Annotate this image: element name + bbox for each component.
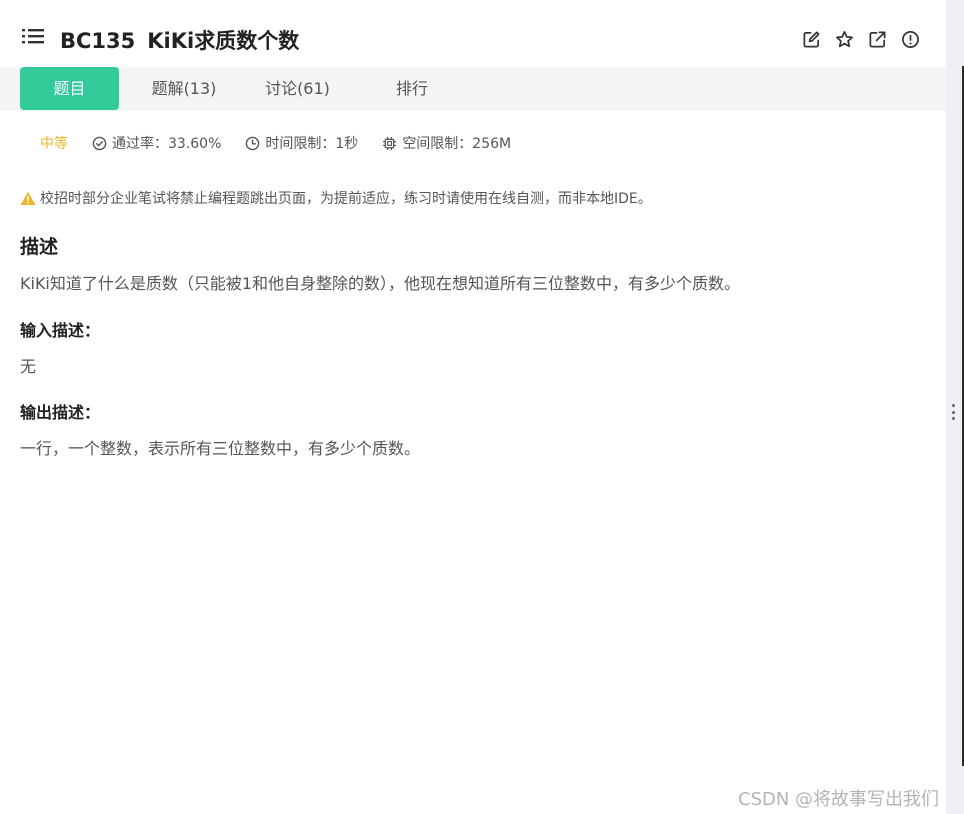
warning-icon <box>20 191 36 205</box>
problem-panel: BC135 KiKi求质数个数 题目 题解(13) 讨论(61) 排行 中等 通… <box>0 0 946 814</box>
input-description-text: 无 <box>20 357 37 376</box>
tab-solutions[interactable]: 题解(13) <box>140 67 228 110</box>
tab-problem[interactable]: 题目 <box>20 67 119 110</box>
edit-icon[interactable] <box>802 30 821 49</box>
tab-discussion[interactable]: 讨论(61) <box>255 67 340 110</box>
memory-limit-text: 空间限制：256M <box>402 136 512 152</box>
clock-icon <box>246 136 260 150</box>
input-description-heading: 输入描述： <box>20 321 101 340</box>
difficulty-badge: 中等 <box>40 136 68 152</box>
drag-handle-icon[interactable] <box>948 398 958 426</box>
chip-icon <box>383 136 397 150</box>
problem-title: KiKi求质数个数 <box>147 29 300 53</box>
problem-meta: 中等 通过率：33.60% 时间限制：1秒 空间限制：256M <box>40 133 535 153</box>
tab-ranking[interactable]: 排行 <box>372 67 452 110</box>
check-circle-icon <box>92 136 107 150</box>
exam-notice: 校招时部分企业笔试将禁止编程题跳出页面，为提前适应，练习时请使用在线自测，而非本… <box>20 188 652 208</box>
external-link-icon[interactable] <box>868 30 887 49</box>
watermark: CSDN @将故事写出我们 <box>738 789 940 810</box>
problem-code: BC135 <box>60 29 136 53</box>
problem-tabs: 题目 题解(13) 讨论(61) 排行 <box>0 67 946 111</box>
description-heading: 描述 <box>20 236 59 258</box>
alert-circle-icon[interactable] <box>901 30 920 49</box>
output-description-text: 一行，一个整数，表示所有三位整数中，有多少个质数。 <box>20 439 421 458</box>
pass-rate: 通过率：33.60% <box>92 133 221 153</box>
star-icon[interactable] <box>835 30 854 49</box>
header-actions <box>802 30 920 49</box>
pass-rate-text: 通过率：33.60% <box>112 136 222 152</box>
memory-limit: 空间限制：256M <box>382 133 511 153</box>
list-menu-icon[interactable] <box>22 28 44 44</box>
page-title: BC135 KiKi求质数个数 <box>60 25 299 55</box>
time-limit: 时间限制：1秒 <box>245 133 358 153</box>
time-limit-text: 时间限制：1秒 <box>265 136 359 152</box>
description-text: KiKi知道了什么是质数（只能被1和他自身整除的数），他现在想知道所有三位整数中… <box>20 274 741 293</box>
output-description-heading: 输出描述： <box>20 403 101 422</box>
notice-text: 校招时部分企业笔试将禁止编程题跳出页面，为提前适应，练习时请使用在线自测，而非本… <box>40 191 652 207</box>
